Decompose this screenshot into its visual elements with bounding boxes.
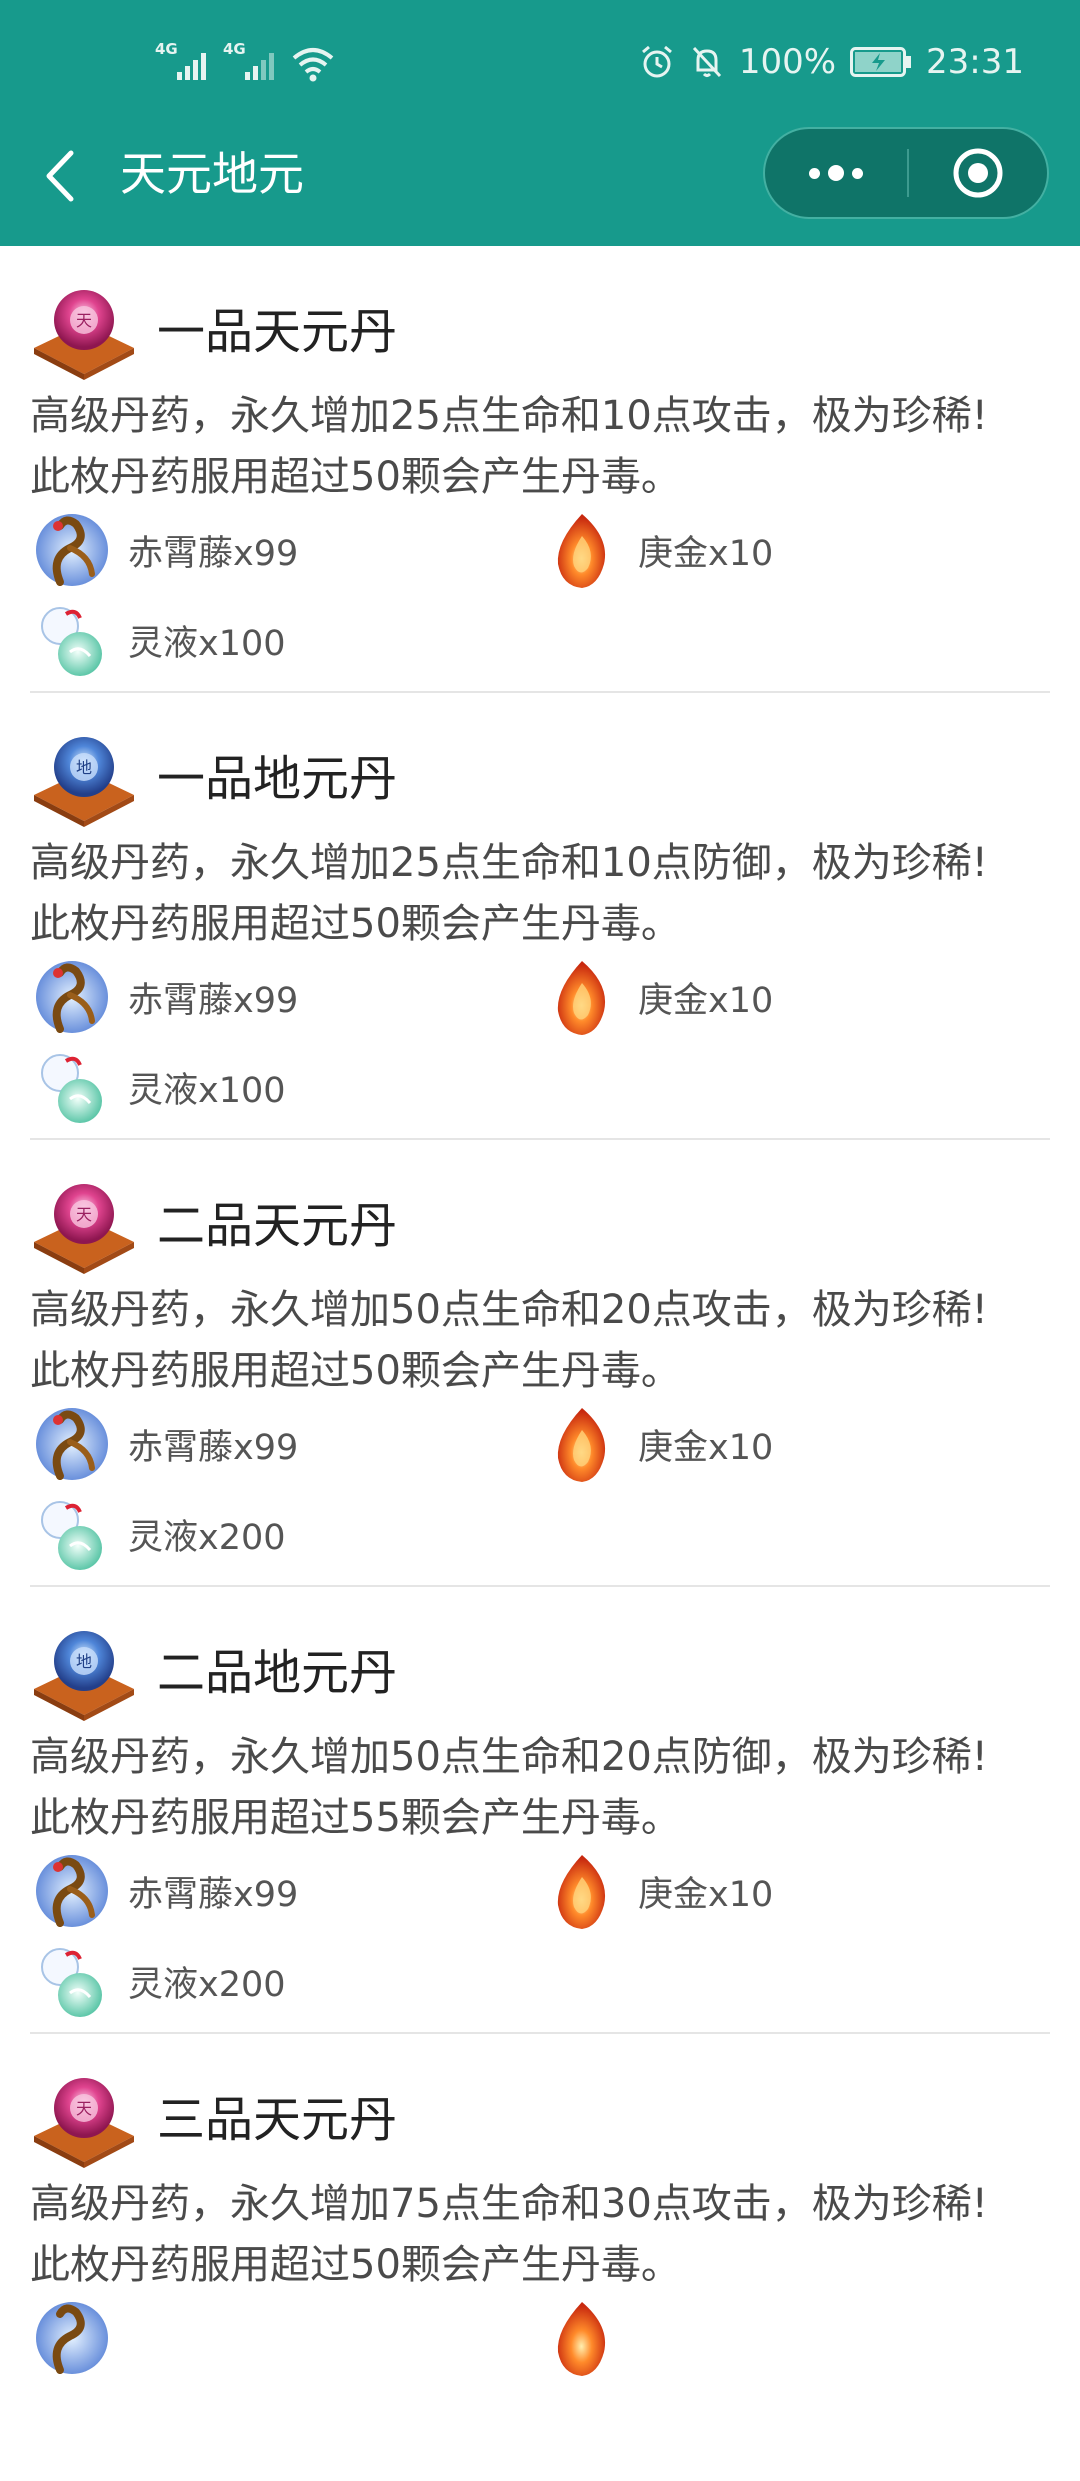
- tian-pill-icon: 天: [34, 2078, 134, 2168]
- list-item[interactable]: 天 一品天元丹 高级丹药，永久增加25点生命和10点攻击，极为珍稀! 此枚丹药服…: [0, 246, 1080, 693]
- battery-charging-icon: [850, 47, 912, 77]
- pill-name: 一品天元丹: [157, 304, 398, 360]
- miniprogram-capsule: [763, 127, 1049, 219]
- mute-icon: [692, 46, 721, 78]
- svg-text:地: 地: [76, 1652, 92, 1671]
- material-item: 庚金x10: [540, 510, 773, 590]
- flame-gem-icon: [557, 514, 606, 588]
- desc-line: 此枚丹药服用超过55颗会产生丹毒。: [30, 1795, 681, 1841]
- vine-icon: [36, 961, 108, 1033]
- spirit-liquid-icon: [41, 1948, 102, 2017]
- more-icon: [809, 167, 820, 179]
- tian-pill-icon: 天: [34, 1184, 134, 1274]
- material-item: [30, 2298, 128, 2378]
- pill-description: 高级丹药，永久增加50点生命和20点攻击，极为珍稀! 此枚丹药服用超过50颗会产…: [30, 1280, 1060, 1402]
- status-right: 100% 23:31: [639, 40, 1024, 84]
- svg-text:天: 天: [76, 311, 92, 330]
- material-item: 赤霄藤x99: [30, 510, 298, 590]
- flame-gem-icon: [557, 1855, 606, 1929]
- nav-bar: 天元地元: [0, 118, 1080, 246]
- spirit-liquid-icon: [41, 1054, 102, 1123]
- material-item: 赤霄藤x99: [30, 957, 298, 1037]
- chevron-left-icon: [46, 150, 74, 202]
- back-button[interactable]: [30, 146, 90, 206]
- material-label: 庚金x10: [638, 1427, 774, 1468]
- pill-name: 一品地元丹: [157, 751, 398, 807]
- material-item: 庚金x10: [540, 1851, 773, 1931]
- signal-icon: 4G: [155, 42, 211, 82]
- network-type-label: 4G: [223, 40, 246, 58]
- di-pill-icon: 地: [34, 1631, 134, 1721]
- alarm-icon: [641, 45, 672, 78]
- spirit-liquid-icon: [41, 607, 102, 676]
- material-item: 赤霄藤x99: [30, 1851, 298, 1931]
- clock-time: 23:31: [926, 42, 1024, 82]
- spirit-liquid-icon: [41, 1501, 102, 1570]
- flame-gem-icon: [557, 2302, 606, 2376]
- material-label: 灵液x200: [128, 1964, 286, 2005]
- material-item: 赤霄藤x99: [30, 1404, 298, 1484]
- material-item: 庚金x10: [540, 957, 773, 1037]
- desc-line: 此枚丹药服用超过50颗会产生丹毒。: [30, 901, 681, 947]
- desc-line: 此枚丹药服用超过50颗会产生丹毒。: [30, 2242, 681, 2288]
- material-label: 庚金x10: [638, 980, 774, 1021]
- material-item: 庚金x10: [540, 1404, 773, 1484]
- status-bar: 4G 4G 100% 23:31: [0, 0, 1080, 118]
- material-label: 赤霄藤x99: [128, 980, 299, 1021]
- network-type-label: 4G: [155, 40, 178, 58]
- material-item: 灵液x200: [30, 1941, 286, 2021]
- material-label: 灵液x100: [128, 623, 286, 664]
- status-left: 4G 4G: [155, 38, 335, 82]
- list-item[interactable]: 天 二品天元丹 高级丹药，永久增加50点生命和20点攻击，极为珍稀! 此枚丹药服…: [0, 1140, 1080, 1587]
- desc-line: 高级丹药，永久增加25点生命和10点防御，极为珍稀!: [30, 840, 988, 886]
- material-label: 赤霄藤x99: [128, 1874, 299, 1915]
- pill-description: 高级丹药，永久增加50点生命和20点防御，极为珍稀! 此枚丹药服用超过55颗会产…: [30, 1727, 1060, 1849]
- vine-icon: [36, 1855, 108, 1927]
- pill-name: 二品天元丹: [157, 1198, 398, 1254]
- vine-icon: [36, 1408, 108, 1480]
- material-label: 灵液x200: [128, 1517, 286, 1558]
- svg-text:天: 天: [76, 2099, 92, 2118]
- wifi-icon: [292, 48, 334, 82]
- material-label: 赤霄藤x99: [128, 533, 299, 574]
- material-item: 灵液x200: [30, 1494, 286, 1574]
- svg-text:天: 天: [76, 1205, 92, 1224]
- pill-list: 天 一品天元丹 高级丹药，永久增加25点生命和10点攻击，极为珍稀! 此枚丹药服…: [0, 246, 1080, 2481]
- material-label: 赤霄藤x99: [128, 1427, 299, 1468]
- desc-line: 此枚丹药服用超过50颗会产生丹毒。: [30, 1348, 681, 1394]
- desc-line: 高级丹药，永久增加50点生命和20点攻击，极为珍稀!: [30, 1287, 988, 1333]
- more-button[interactable]: [765, 129, 907, 217]
- list-item[interactable]: 地 二品地元丹 高级丹药，永久增加50点生命和20点防御，极为珍稀! 此枚丹药服…: [0, 1587, 1080, 2034]
- vine-icon: [36, 2302, 108, 2374]
- desc-line: 高级丹药，永久增加50点生命和20点防御，极为珍稀!: [30, 1734, 988, 1780]
- desc-line: 高级丹药，永久增加75点生命和30点攻击，极为珍稀!: [30, 2181, 988, 2227]
- material-label: 庚金x10: [638, 1874, 774, 1915]
- pill-name: 三品天元丹: [157, 2092, 398, 2148]
- material-item: 灵液x100: [30, 1047, 286, 1127]
- pill-name: 二品地元丹: [157, 1645, 398, 1701]
- signal-icon: 4G: [223, 42, 279, 82]
- tian-pill-icon: 天: [34, 290, 134, 380]
- di-pill-icon: 地: [34, 737, 134, 827]
- target-close-icon: [953, 148, 1003, 198]
- list-item[interactable]: 地 一品地元丹 高级丹药，永久增加25点生命和10点防御，极为珍稀! 此枚丹药服…: [0, 693, 1080, 1140]
- material-item: 灵液x100: [30, 600, 286, 680]
- desc-line: 此枚丹药服用超过50颗会产生丹毒。: [30, 454, 681, 500]
- material-label: 灵液x100: [128, 1070, 286, 1111]
- page-title: 天元地元: [120, 147, 304, 201]
- list-item[interactable]: 天 三品天元丹 高级丹药，永久增加75点生命和30点攻击，极为珍稀! 此枚丹药服…: [0, 2034, 1080, 2481]
- material-item: [540, 2298, 638, 2378]
- vine-icon: [36, 514, 108, 586]
- pill-description: 高级丹药，永久增加25点生命和10点攻击，极为珍稀! 此枚丹药服用超过50颗会产…: [30, 386, 1060, 508]
- flame-gem-icon: [557, 1408, 606, 1482]
- svg-text:地: 地: [76, 758, 92, 777]
- battery-percent: 100%: [738, 42, 837, 82]
- desc-line: 高级丹药，永久增加25点生命和10点攻击，极为珍稀!: [30, 393, 988, 439]
- close-button[interactable]: [909, 129, 1047, 217]
- pill-description: 高级丹药，永久增加25点生命和10点防御，极为珍稀! 此枚丹药服用超过50颗会产…: [30, 833, 1060, 955]
- material-label: 庚金x10: [638, 533, 774, 574]
- pill-description: 高级丹药，永久增加75点生命和30点攻击，极为珍稀! 此枚丹药服用超过50颗会产…: [30, 2174, 1060, 2296]
- flame-gem-icon: [557, 961, 606, 1035]
